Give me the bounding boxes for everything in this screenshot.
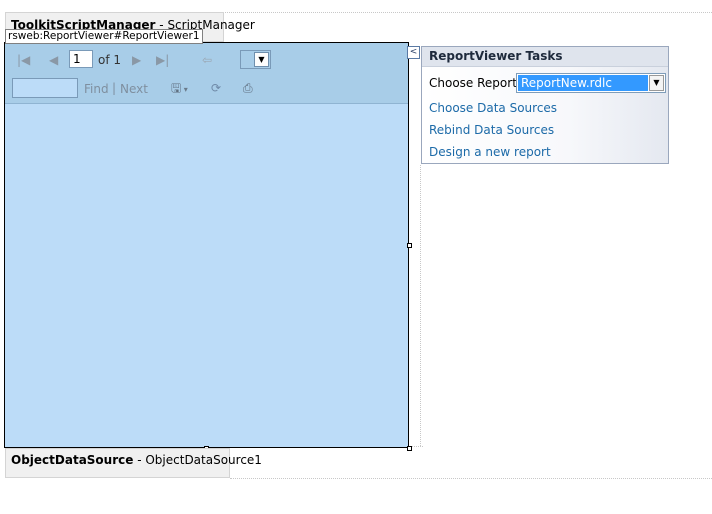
choose-report-dropdown[interactable]: ReportNew.rdlc ▼ — [516, 73, 666, 93]
report-viewer-control[interactable]: |◀ ◀ 1 of 1 ▶ ▶| ⇦ ▼ Find | Next 🖫 ▾ ⟳ ⎙ — [4, 42, 409, 448]
report-viewer-tasks-panel: ReportViewer Tasks Choose Report ReportN… — [421, 46, 669, 164]
find-next-link[interactable]: Next — [120, 82, 148, 96]
object-data-source-separator: - — [133, 453, 146, 467]
design-surface-guide — [230, 478, 712, 479]
last-page-icon[interactable]: ▶| — [156, 53, 169, 67]
next-page-icon[interactable]: ▶ — [132, 53, 141, 67]
find-text-input[interactable] — [12, 78, 78, 98]
smart-tag-collapse-icon[interactable]: < — [407, 46, 420, 59]
chevron-down-icon: ▼ — [254, 52, 269, 67]
resize-handle-right[interactable] — [407, 243, 412, 248]
object-data-source-type: ObjectDataSource — [11, 453, 134, 467]
save-export-icon[interactable]: 🖫 ▾ — [171, 81, 188, 97]
object-data-source-control[interactable]: ObjectDataSource - ObjectDataSource1 — [5, 448, 262, 478]
resize-handle-corner[interactable] — [407, 446, 412, 451]
page-count-label: of 1 — [98, 53, 122, 67]
find-separator: | — [112, 81, 117, 95]
page-number-input[interactable]: 1 — [69, 50, 93, 68]
report-viewer-toolbar: |◀ ◀ 1 of 1 ▶ ▶| ⇦ ▼ Find | Next 🖫 ▾ ⟳ ⎙ — [5, 43, 408, 104]
tasks-panel-title: ReportViewer Tasks — [429, 49, 563, 63]
tasks-panel-header: ReportViewer Tasks — [422, 47, 668, 67]
back-icon[interactable]: ⇦ — [202, 53, 212, 67]
find-link[interactable]: Find — [84, 82, 109, 96]
chevron-down-icon[interactable]: ▼ — [649, 75, 664, 91]
zoom-dropdown[interactable]: ▼ — [240, 50, 271, 69]
design-surface-guide — [420, 165, 421, 446]
design-new-report-link[interactable]: Design a new report — [429, 145, 551, 159]
control-selection-tag: rsweb:ReportViewer#ReportViewer1 — [5, 29, 203, 44]
object-data-source-instance: ObjectDataSource1 — [145, 453, 262, 467]
rebind-data-sources-link[interactable]: Rebind Data Sources — [429, 123, 554, 137]
choose-data-sources-link[interactable]: Choose Data Sources — [429, 101, 557, 115]
printer-icon[interactable]: ⎙ — [243, 81, 253, 95]
first-page-icon[interactable]: |◀ — [17, 53, 30, 67]
design-surface-guide — [225, 12, 712, 13]
refresh-icon[interactable]: ⟳ — [211, 81, 221, 95]
choose-report-value: ReportNew.rdlc — [518, 75, 648, 91]
object-data-source-caption: ObjectDataSource - ObjectDataSource1 — [11, 453, 262, 467]
previous-page-icon[interactable]: ◀ — [49, 53, 58, 67]
choose-report-label: Choose Report — [429, 76, 517, 90]
